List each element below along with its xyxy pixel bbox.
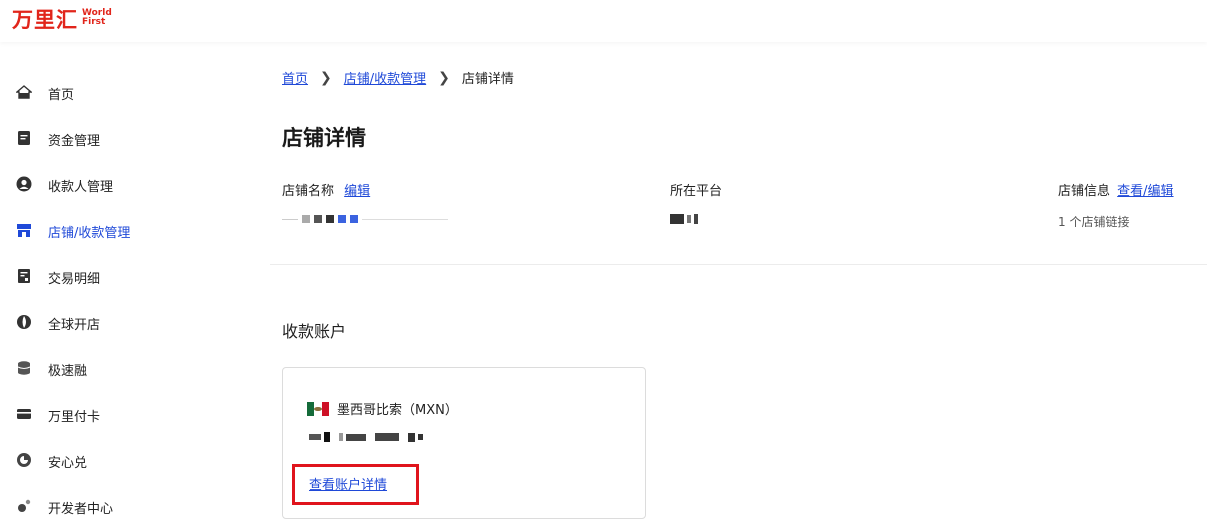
- store-name-value-redacted: [282, 213, 448, 225]
- sidebar-item-safe-exchange[interactable]: 安心兑: [0, 438, 245, 484]
- sidebar-item-label: 交易明细: [48, 271, 101, 287]
- world-first-logo[interactable]: 万里汇 World First: [12, 6, 114, 34]
- database-icon: [16, 360, 32, 376]
- home-icon: [16, 84, 32, 100]
- main-content: 首页 ❯ 店铺/收款管理 ❯ 店铺详情 店铺详情 店铺名称 编辑 所在平台 店铺…: [270, 42, 1207, 523]
- view-edit-store-info-link[interactable]: 查看/编辑: [1117, 184, 1173, 199]
- card-icon: [16, 406, 32, 422]
- store-link-count: 1 个店铺链接: [1058, 215, 1130, 229]
- store-name-section: 店铺名称 编辑: [282, 180, 448, 225]
- account-number-redacted: [309, 431, 423, 443]
- sidebar-item-label: 极速融: [48, 363, 88, 379]
- sidebar-item-label: 万里付卡: [48, 409, 101, 425]
- breadcrumb-home-link[interactable]: 首页: [282, 68, 308, 87]
- platform-value-redacted: [670, 213, 722, 225]
- divider: [270, 264, 1207, 265]
- developer-icon: [16, 498, 32, 514]
- mexico-flag-icon: [307, 401, 329, 416]
- exchange-icon: [16, 452, 32, 468]
- person-icon: [16, 176, 32, 192]
- receipt-icon: [16, 268, 32, 284]
- breadcrumb-store-management-link[interactable]: 店铺/收款管理: [344, 68, 426, 87]
- view-account-details-link[interactable]: 查看账户详情: [309, 474, 387, 493]
- sidebar-item-label: 安心兑: [48, 455, 88, 471]
- platform-label: 所在平台: [670, 184, 723, 199]
- sidebar-item-transactions[interactable]: 交易明细: [0, 254, 245, 300]
- document-icon: [16, 130, 32, 146]
- sidebar-item-label: 开发者中心: [48, 501, 114, 517]
- sidebar-item-payees[interactable]: 收款人管理: [0, 162, 245, 208]
- top-bar: 万里汇 World First: [0, 0, 1207, 42]
- chevron-right-icon: ❯: [438, 69, 450, 86]
- sidebar-item-funds[interactable]: 资金管理: [0, 116, 245, 162]
- currency-label: 墨西哥比索（MXN）: [337, 403, 458, 418]
- store-icon: [16, 222, 32, 238]
- breadcrumb: 首页 ❯ 店铺/收款管理 ❯ 店铺详情: [282, 68, 514, 88]
- sidebar-item-global-stores[interactable]: 全球开店: [0, 300, 245, 346]
- account-card: 墨西哥比索（MXN） 查看账户详情: [282, 367, 646, 519]
- sidebar-item-label: 资金管理: [48, 133, 101, 149]
- sidebar-item-store-management[interactable]: 店铺/收款管理: [0, 208, 245, 254]
- sidebar-nav: 首页 资金管理 收款人管理 店铺/收款管理 交易明细 全球开店 极速融 万里付卡…: [0, 70, 245, 523]
- sidebar-item-label: 全球开店: [48, 317, 101, 333]
- store-name-label: 店铺名称: [282, 184, 335, 199]
- sidebar-item-worldfirst-card[interactable]: 万里付卡: [0, 392, 245, 438]
- breadcrumb-current: 店铺详情: [461, 72, 514, 87]
- sidebar-item-label: 首页: [48, 87, 75, 103]
- receiving-accounts-title: 收款账户: [282, 322, 347, 341]
- sidebar-item-home[interactable]: 首页: [0, 70, 245, 116]
- account-currency: 墨西哥比索（MXN）: [307, 399, 458, 418]
- store-info-row: 店铺名称 编辑 所在平台 店铺信息 查看/编辑 1 个店铺链接: [270, 180, 1207, 240]
- platform-section: 所在平台: [670, 180, 722, 225]
- page-title: 店铺详情: [282, 126, 366, 150]
- logo-english-text: World First: [82, 8, 112, 27]
- edit-store-name-link[interactable]: 编辑: [344, 184, 370, 199]
- globe-icon: [16, 314, 32, 330]
- sidebar-item-developer-center[interactable]: 开发者中心: [0, 484, 245, 523]
- sidebar-item-label: 店铺/收款管理: [48, 225, 131, 241]
- logo-chinese-text: 万里汇: [12, 8, 78, 32]
- sidebar-item-label: 收款人管理: [48, 179, 114, 195]
- sidebar-item-fast-financing[interactable]: 极速融: [0, 346, 245, 392]
- store-info-label: 店铺信息: [1058, 184, 1111, 199]
- chevron-right-icon: ❯: [320, 69, 332, 86]
- store-info-section: 店铺信息 查看/编辑 1 个店铺链接: [1058, 180, 1174, 230]
